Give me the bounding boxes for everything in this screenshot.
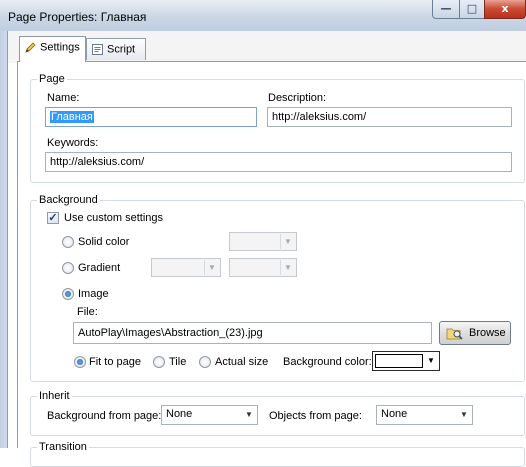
chevron-down-icon: ▼: [460, 410, 468, 419]
name-value: Главная: [50, 111, 94, 123]
transition-group-legend: Transition: [37, 441, 89, 453]
minimize-button[interactable]: —: [432, 0, 460, 19]
transition-group: [30, 447, 525, 467]
maximize-icon: □: [466, 2, 478, 15]
page-group-legend: Page: [37, 73, 67, 85]
script-icon: [92, 44, 103, 55]
background-color-dropdown[interactable]: ▼: [372, 351, 440, 371]
keywords-label: Keywords:: [47, 137, 99, 149]
gradient-start-dropdown[interactable]: ▼: [151, 258, 221, 277]
background-from-dropdown[interactable]: None ▼: [161, 405, 258, 425]
solid-color-radio[interactable]: [62, 236, 74, 248]
folder-search-icon: [446, 328, 463, 340]
chevron-down-icon: ▼: [427, 356, 435, 365]
objects-from-label: Objects from page:: [269, 410, 362, 422]
tab-settings[interactable]: Settings: [19, 36, 86, 62]
objects-from-dropdown[interactable]: None ▼: [376, 405, 473, 425]
use-custom-label: Use custom settings: [64, 212, 164, 224]
background-from-label: Background from page:: [47, 410, 162, 422]
tab-settings-label: Settings: [40, 41, 80, 54]
actual-size-radio[interactable]: [199, 356, 211, 368]
chevron-down-icon: ▼: [280, 234, 295, 249]
objects-from-value: None: [381, 408, 408, 420]
description-field[interactable]: http://aleksius.com/: [267, 107, 512, 127]
gradient-radio[interactable]: [62, 262, 74, 274]
chevron-down-icon: ▼: [280, 260, 295, 275]
actual-size-label: Actual size: [215, 356, 269, 368]
minimize-icon: —: [440, 2, 452, 15]
solid-color-dropdown[interactable]: ▼: [229, 232, 297, 251]
pencil-icon: [25, 42, 36, 53]
image-radio[interactable]: [62, 288, 74, 300]
inherit-group-legend: Inherit: [37, 390, 72, 402]
window-title: Page Properties: Главная: [8, 10, 147, 24]
chevron-down-icon: ▼: [245, 410, 253, 419]
name-field[interactable]: Главная: [45, 107, 257, 127]
maximize-button[interactable]: □: [459, 0, 485, 19]
close-button[interactable]: x: [484, 0, 526, 19]
tile-label: Tile: [169, 356, 187, 368]
description-label: Description:: [268, 92, 327, 104]
window-frame: [0, 31, 8, 448]
tab-script[interactable]: Script: [86, 38, 146, 60]
gradient-label: Gradient: [78, 262, 121, 274]
browse-button[interactable]: Browse: [439, 321, 511, 345]
keywords-field[interactable]: http://aleksius.com/: [45, 152, 512, 172]
gradient-end-dropdown[interactable]: ▼: [229, 258, 297, 277]
background-group-legend: Background: [37, 194, 100, 206]
tile-radio[interactable]: [153, 356, 165, 368]
chevron-down-icon: ▼: [204, 260, 219, 275]
fit-to-page-radio[interactable]: [74, 356, 86, 368]
file-label: File:: [77, 306, 98, 318]
close-icon: x: [501, 2, 509, 15]
background-from-value: None: [166, 408, 193, 420]
image-label: Image: [78, 288, 109, 300]
file-path-field[interactable]: AutoPlay\Images\Abstraction_(23).jpg: [73, 322, 432, 344]
browse-label: Browse: [469, 327, 506, 339]
solid-color-label: Solid color: [78, 236, 130, 248]
background-color-label: Background color:: [283, 356, 372, 368]
use-custom-checkbox[interactable]: ✓: [47, 212, 59, 224]
name-label: Name:: [47, 92, 80, 104]
tab-script-label: Script: [107, 43, 136, 56]
color-swatch: [375, 354, 423, 368]
fit-to-page-label: Fit to page: [89, 356, 141, 368]
